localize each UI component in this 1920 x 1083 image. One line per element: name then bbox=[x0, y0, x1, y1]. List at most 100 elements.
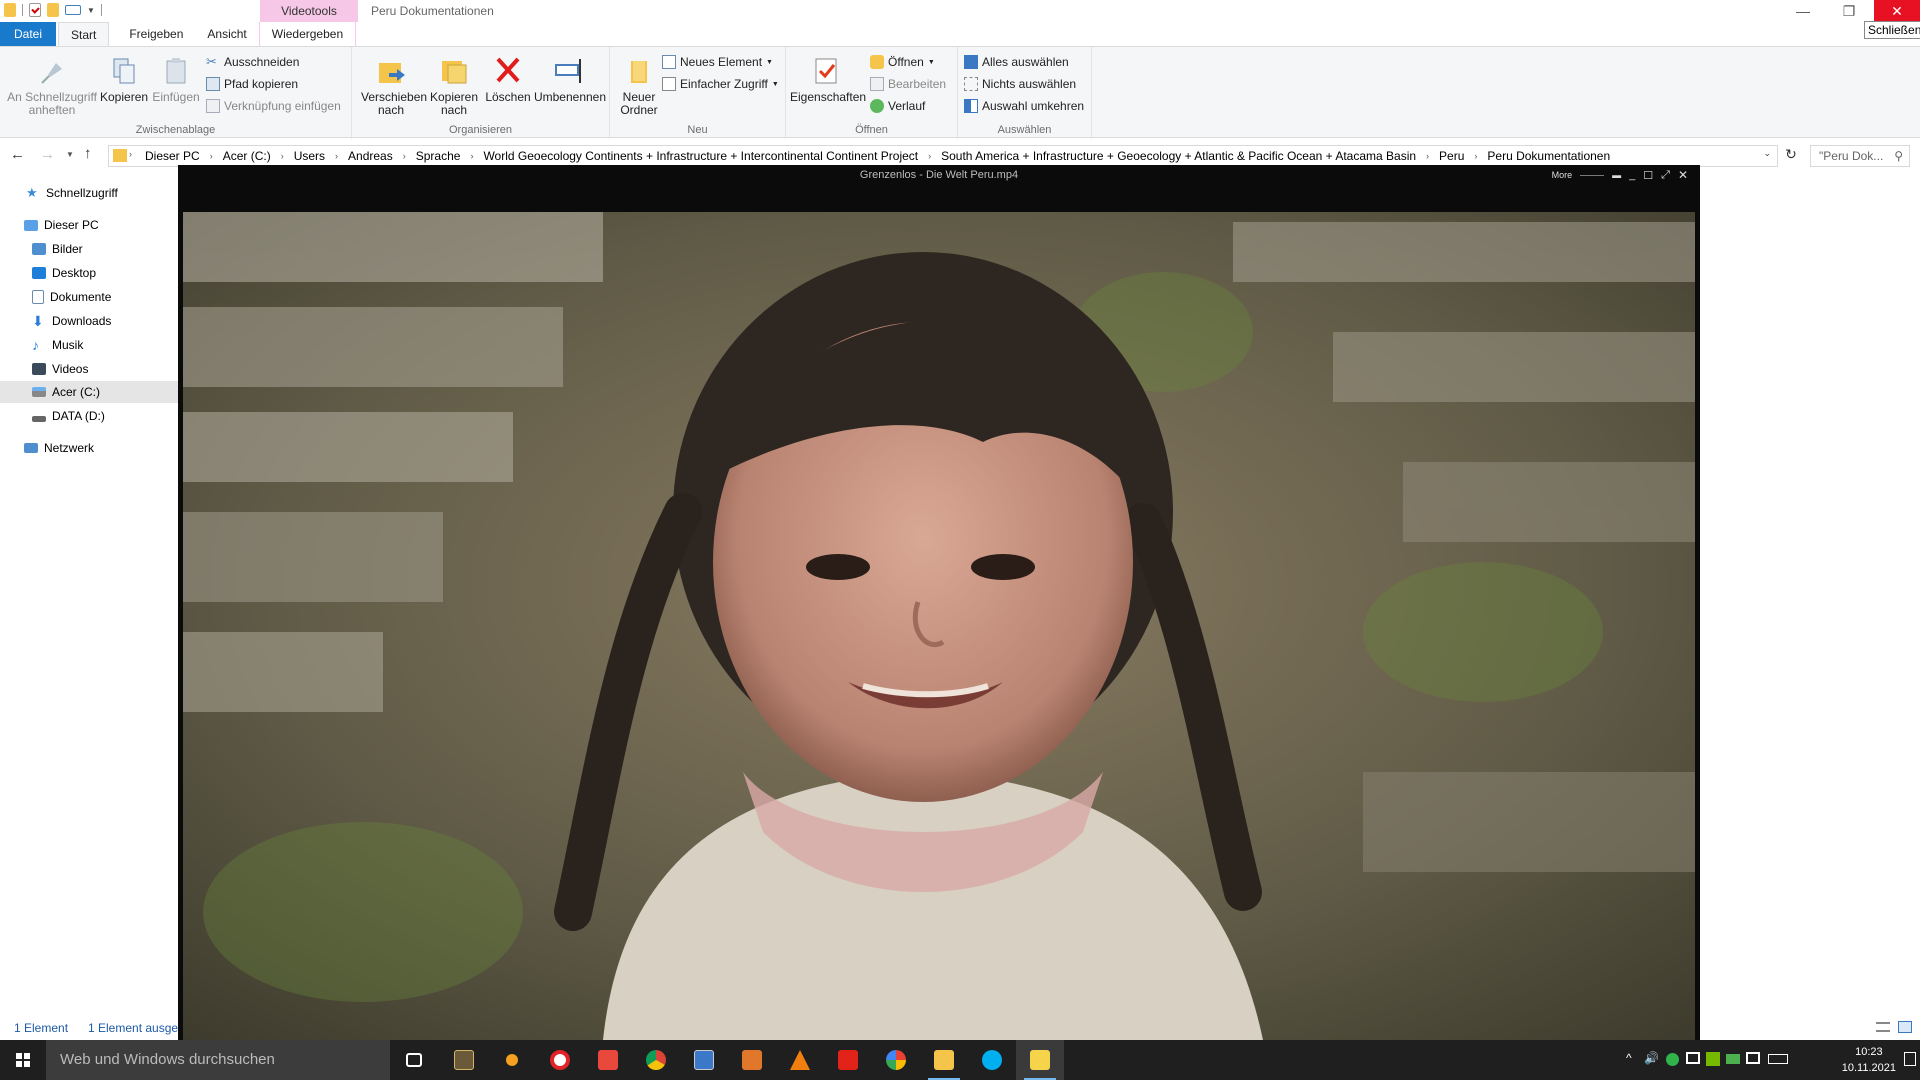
volume-slider[interactable] bbox=[1580, 174, 1605, 176]
speaker-icon[interactable]: 🔊 bbox=[1644, 1051, 1659, 1065]
taskbar-app[interactable] bbox=[440, 1040, 488, 1080]
tab-freigeben[interactable]: Freigeben bbox=[117, 22, 195, 46]
breadcrumb-item[interactable]: Users bbox=[290, 146, 329, 166]
taskbar-app[interactable] bbox=[536, 1040, 584, 1080]
minimize-button[interactable]: — bbox=[1780, 0, 1826, 22]
security-icon[interactable] bbox=[1666, 1053, 1679, 1066]
copy-button[interactable]: Kopieren bbox=[100, 55, 148, 104]
address-bar[interactable]: › Dieser PC › Acer (C:) › Users › Andreas › … bbox=[108, 145, 1778, 167]
action-center-icon[interactable] bbox=[1746, 1052, 1760, 1064]
nav-network[interactable]: Netzwerk bbox=[24, 437, 94, 459]
nav-pictures[interactable]: Bilder bbox=[32, 238, 83, 260]
restore-button[interactable]: ❐ bbox=[1826, 0, 1872, 22]
maximize-player-icon[interactable]: ☐ bbox=[1643, 169, 1653, 182]
cut-button[interactable]: ✂ Ausschneiden bbox=[206, 53, 299, 71]
nav-drive-c[interactable]: Acer (C:) bbox=[0, 381, 178, 403]
taskbar-app[interactable] bbox=[488, 1040, 536, 1080]
folder-icon[interactable] bbox=[4, 3, 16, 17]
taskbar-app[interactable] bbox=[872, 1040, 920, 1080]
breadcrumb-item[interactable]: World Geoecology Continents + Infrastruc… bbox=[479, 146, 922, 166]
address-dropdown-icon[interactable]: ⌄ bbox=[1763, 148, 1771, 159]
breadcrumb-separator-icon[interactable]: › bbox=[922, 146, 937, 166]
new-folder-button[interactable]: Neuer Ordner bbox=[614, 55, 664, 117]
breadcrumb-item[interactable]: Peru bbox=[1435, 146, 1468, 166]
back-icon[interactable]: ← bbox=[10, 146, 25, 163]
search-icon[interactable]: ⚲ bbox=[1894, 146, 1903, 166]
easy-access-button[interactable]: Einfacher Zugriff ▼ bbox=[662, 75, 779, 93]
nav-videos[interactable]: Videos bbox=[32, 358, 88, 380]
breadcrumb-item[interactable]: Dieser PC bbox=[141, 146, 204, 166]
breadcrumb-item[interactable]: Sprache bbox=[412, 146, 465, 166]
new-item-button[interactable]: Neues Element ▼ bbox=[662, 53, 773, 71]
video-player-window[interactable]: Grenzenlos - Die Welt Peru.mp4 More ▬ _ … bbox=[178, 165, 1700, 1040]
select-all-button[interactable]: Alles auswählen bbox=[964, 53, 1069, 71]
taskbar-app[interactable] bbox=[584, 1040, 632, 1080]
search-input[interactable]: "Peru Dok... ⚲ bbox=[1810, 145, 1910, 167]
taskbar-search-input[interactable]: Web und Windows durchsuchen bbox=[46, 1040, 390, 1080]
breadcrumb-separator-icon[interactable]: › bbox=[464, 146, 479, 166]
close-button[interactable]: ✕ bbox=[1874, 0, 1920, 22]
tab-datei[interactable]: Datei bbox=[0, 22, 56, 46]
up-icon[interactable]: ↑ bbox=[84, 145, 92, 162]
paste-shortcut-button[interactable]: Verknüpfung einfügen bbox=[206, 97, 341, 115]
tab-wiedergeben[interactable]: Wiedergeben bbox=[258, 22, 357, 46]
nav-documents[interactable]: Dokumente bbox=[32, 286, 111, 308]
taskbar-app-video-player[interactable] bbox=[1016, 1040, 1064, 1080]
breadcrumb-separator-icon[interactable]: › bbox=[329, 146, 344, 166]
volume-icon[interactable]: ▬ bbox=[1612, 170, 1621, 180]
taskbar-app[interactable] bbox=[632, 1040, 680, 1080]
properties-button[interactable]: Eigenschaften bbox=[790, 55, 866, 104]
copy-to-button[interactable]: Kopieren nach bbox=[424, 55, 484, 117]
breadcrumb-chevron-icon[interactable]: › bbox=[129, 149, 132, 159]
nav-downloads[interactable]: ⬇ Downloads bbox=[32, 310, 111, 332]
breadcrumb-item[interactable]: Peru Dokumentationen bbox=[1483, 146, 1614, 166]
breadcrumb-separator-icon[interactable]: › bbox=[397, 146, 412, 166]
breadcrumb-separator-icon[interactable]: › bbox=[204, 146, 219, 166]
rename-button[interactable]: Umbenennen bbox=[532, 55, 608, 104]
copy-path-button[interactable]: Pfad kopieren bbox=[206, 75, 298, 93]
nav-drive-d[interactable]: DATA (D:) bbox=[32, 405, 105, 427]
clock[interactable]: 10:23 10.11.2021 bbox=[1842, 1044, 1896, 1076]
show-hidden-icons[interactable]: ^ bbox=[1626, 1051, 1632, 1065]
nav-music[interactable]: ♪ Musik bbox=[32, 334, 83, 356]
delete-button[interactable]: Löschen bbox=[484, 55, 532, 104]
breadcrumb-separator-icon[interactable]: › bbox=[1420, 146, 1435, 166]
close-player-icon[interactable]: ✕ bbox=[1678, 168, 1688, 182]
recent-locations-icon[interactable]: ▼ bbox=[66, 150, 74, 159]
large-icons-view-icon[interactable] bbox=[1898, 1021, 1912, 1033]
customize-qat-icon[interactable]: ▼ bbox=[87, 6, 95, 15]
edit-button[interactable]: Bearbeiten bbox=[870, 75, 946, 93]
nav-desktop[interactable]: Desktop bbox=[32, 262, 96, 284]
more-button[interactable]: More bbox=[1552, 170, 1573, 180]
history-button[interactable]: Verlauf bbox=[870, 97, 925, 115]
taskbar-app[interactable] bbox=[824, 1040, 872, 1080]
breadcrumb-item[interactable]: Acer (C:) bbox=[219, 146, 275, 166]
network-icon[interactable] bbox=[1686, 1052, 1700, 1064]
open-button[interactable]: Öffnen ▼ bbox=[870, 53, 935, 71]
nvidia-icon[interactable] bbox=[1706, 1052, 1720, 1066]
minimize-player-icon[interactable]: _ bbox=[1629, 169, 1635, 181]
nav-this-pc[interactable]: Dieser PC bbox=[24, 214, 99, 236]
move-to-button[interactable]: Verschieben nach bbox=[358, 55, 427, 117]
nav-quick-access[interactable]: ★ Schnellzugriff bbox=[26, 182, 118, 204]
start-button[interactable] bbox=[0, 1040, 46, 1080]
select-none-button[interactable]: Nichts auswählen bbox=[964, 75, 1076, 93]
taskbar-app[interactable] bbox=[728, 1040, 776, 1080]
taskbar-app[interactable] bbox=[968, 1040, 1016, 1080]
keyboard-icon[interactable] bbox=[1768, 1054, 1788, 1064]
new-folder-icon[interactable] bbox=[47, 3, 59, 17]
properties-icon[interactable] bbox=[29, 3, 41, 17]
tab-ansicht[interactable]: Ansicht bbox=[195, 22, 258, 46]
breadcrumb-separator-icon[interactable]: › bbox=[275, 146, 290, 166]
breadcrumb-item[interactable]: South America + Infrastructure + Geoecol… bbox=[937, 146, 1420, 166]
gpu-icon[interactable] bbox=[1726, 1054, 1740, 1064]
taskbar-app[interactable] bbox=[776, 1040, 824, 1080]
details-view-icon[interactable] bbox=[1876, 1022, 1890, 1032]
breadcrumb-separator-icon[interactable]: › bbox=[1468, 146, 1483, 166]
pin-quick-access-button[interactable]: An Schnellzugriff anheften bbox=[6, 55, 98, 117]
task-view-button[interactable] bbox=[392, 1040, 440, 1080]
tab-start[interactable]: Start bbox=[58, 22, 110, 46]
breadcrumb-item[interactable]: Andreas bbox=[344, 146, 397, 166]
taskbar-app[interactable] bbox=[680, 1040, 728, 1080]
paste-button[interactable]: Einfügen bbox=[150, 55, 202, 104]
